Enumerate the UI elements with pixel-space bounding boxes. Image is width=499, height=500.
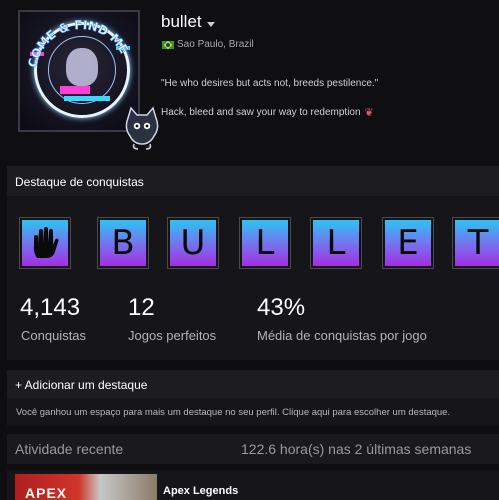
showcase-header: Destaque de conquistas [7,166,499,196]
tagline-text: Hack, bleed and saw your way to redempti… [161,107,361,118]
avatar-glitch [64,96,110,101]
heart-emoticon-icon: ❦ [364,107,374,119]
showcase-title: Destaque de conquistas [15,175,144,189]
add-showcase-description[interactable]: Você ganhou um espaço para mais um desta… [16,407,450,418]
cat-sticker-icon [125,106,159,150]
game-name[interactable]: Apex Legends [163,485,238,497]
stat-perfect-games-value[interactable]: 12 [128,294,155,322]
recent-activity-hours: 122.6 hora(s) nas 2 últimas semanas [241,441,472,457]
hand-icon [33,227,59,258]
location: Sao Paulo, Brazil [177,39,254,50]
recent-game-row[interactable]: APEX Apex Legends [7,470,499,500]
recent-activity-title: Atividade recente [15,441,124,457]
stat-achievements-value[interactable]: 4,143 [20,294,80,322]
stat-achievements-label: Conquistas [21,328,87,343]
achievement-showcase: Destaque de conquistas B U L L E T 4,143… [7,166,499,360]
stat-completion-rate-value: 43% [257,294,306,321]
achievement-tile[interactable]: T [452,217,499,269]
username-row[interactable]: bullet [161,12,215,32]
game-capsule-image[interactable]: APEX [15,474,157,500]
chevron-down-icon[interactable] [206,21,215,27]
game-logo: APEX [25,485,68,500]
location-row: Sao Paulo, Brazil [162,39,254,50]
avatar-glitch [60,86,90,94]
add-showcase-header[interactable]: + Adicionar um destaque [7,370,499,398]
achievement-tile-hand[interactable] [19,217,71,269]
stat-completion-rate-label: Média de conquistas por jogo [257,328,427,343]
achievement-tile[interactable]: E [382,217,434,269]
profile-header: COME & FIND ME bullet Sao Paulo, Brazil … [0,0,499,160]
username[interactable]: bullet [161,12,202,32]
add-showcase-button[interactable]: + Adicionar um destaque [15,378,147,392]
recent-activity-header: Atividade recente 122.6 hora(s) nas 2 úl… [7,434,499,464]
achievement-tile[interactable]: L [239,217,291,269]
profile-summary-quote: "He who desires but acts not, breeds pes… [161,78,379,89]
achievement-tile[interactable]: B [97,217,149,269]
add-showcase-panel[interactable]: + Adicionar um destaque Você ganhou um e… [7,370,499,426]
svg-text:COME & FIND ME: COME & FIND ME [25,18,131,69]
profile-summary-tagline: Hack, bleed and saw your way to redempti… [161,106,374,119]
achievement-tile[interactable]: L [310,217,362,269]
avatar-frame[interactable]: COME & FIND ME [16,8,159,150]
stat-perfect-games-label: Jogos perfeitos [128,328,217,343]
brazil-flag-icon [162,40,174,49]
achievement-tile[interactable]: U [167,217,219,269]
